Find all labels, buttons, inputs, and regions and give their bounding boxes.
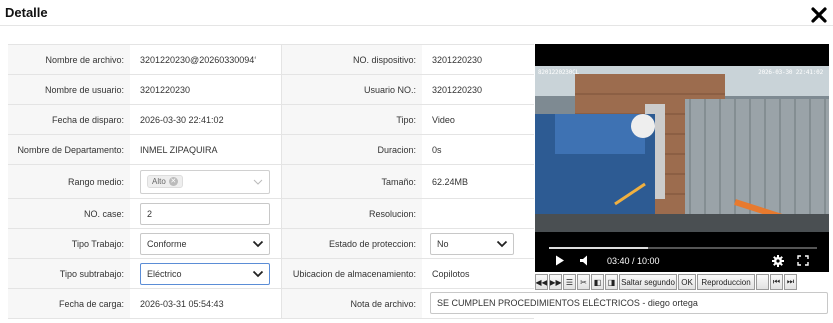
file-name-label: Nombre de archivo: <box>8 45 130 74</box>
device-no-value: 3201220230 <box>432 54 483 65</box>
department-label: Nombre de Departamento: <box>8 135 130 164</box>
resolution-value <box>422 199 534 228</box>
size-value: 62.24MB <box>432 176 469 187</box>
playback-button[interactable]: Reproduccion <box>697 274 755 290</box>
duration-value: 0s <box>432 144 442 155</box>
modal-header: Detalle <box>0 0 833 26</box>
work-type-value: Conforme <box>147 238 187 249</box>
type-value: Video <box>432 114 455 125</box>
frame-forward-icon: ◨ <box>607 277 616 287</box>
case-no-input[interactable]: 2 <box>140 202 270 225</box>
fullscreen-icon[interactable] <box>797 255 809 266</box>
frame-back-icon: ◧ <box>593 277 602 287</box>
rewind-button[interactable]: ◀◀ <box>535 274 548 290</box>
detail-row: Fecha de carga: 2026-03-31 05:54:43 Nota… <box>8 289 828 319</box>
media-range-cell: Alto ✕ <box>130 165 282 198</box>
media-range-select[interactable]: Alto ✕ <box>140 169 270 194</box>
detail-row: Fecha de disparo: 2026-03-30 22:41:02 Ti… <box>8 105 534 135</box>
settings-gear-icon[interactable] <box>772 255 784 267</box>
device-no-label: NO. dispositivo: <box>282 45 422 74</box>
rewind-icon: ◀◀ <box>535 277 548 287</box>
type-label: Tipo: <box>282 105 422 134</box>
close-icon[interactable] <box>811 7 827 23</box>
upload-date-value: 2026-03-31 05:54:43 <box>130 289 282 318</box>
video-progress-bar[interactable] <box>549 247 817 249</box>
protection-state-value: No <box>437 238 449 249</box>
storage-location-value: Copilotos <box>432 268 470 279</box>
size-label: Tamaño: <box>282 165 422 198</box>
detail-grid: Nombre de archivo: 3201220230@2026033009… <box>8 44 828 319</box>
fast-forward-icon: ▶▶ <box>549 277 562 287</box>
work-type-cell: Conforme <box>130 229 282 258</box>
detail-row: Rango medio: Alto ✕ Tamaño: 62.24MB <box>8 165 534 199</box>
detail-row: Nombre de archivo: 3201220230@2026033009… <box>8 45 534 75</box>
duration-label: Duracion: <box>282 135 422 164</box>
user-name-value: 3201220230 <box>130 75 282 104</box>
modal-title: Detalle <box>5 5 48 20</box>
video-progress-fill <box>549 247 649 249</box>
work-type-select[interactable]: Conforme <box>140 232 270 255</box>
media-range-tag-label: Alto <box>152 177 166 186</box>
protection-state-select[interactable]: No <box>430 232 514 255</box>
file-note-label: Nota de archivo: <box>282 289 422 318</box>
chevron-down-icon <box>253 179 263 185</box>
video-player[interactable]: 8201220230CL 2026-03-30 22:41:02 03:40 /… <box>535 44 829 272</box>
video-controls: 03:40 / 10:00 <box>535 232 829 272</box>
subwork-type-value: Eléctrico <box>147 268 182 279</box>
resolution-label: Resolucion: <box>282 199 422 228</box>
skip-forward-icon: ⏭ <box>786 277 795 286</box>
list-button[interactable]: ☰ <box>563 274 576 290</box>
next-button[interactable]: ⏭ <box>784 274 797 290</box>
video-osd-timestamp: 2026-03-30 22:41:02 <box>758 69 823 76</box>
frame-back-button[interactable]: ◧ <box>591 274 604 290</box>
speed-slider[interactable] <box>756 274 769 290</box>
playback-toolbar: ◀◀ ▶▶ ☰ ✂ ◧ ◨ Saltar segundo OK Reproduc… <box>535 274 829 290</box>
subwork-type-label: Tipo subtrabajo: <box>8 259 130 288</box>
storage-location-label: Ubicacion de almacenamiento: <box>282 259 422 288</box>
trigger-date-value: 2026-03-30 22:41:02 <box>130 105 282 134</box>
skip-back-icon: ⏮ <box>772 277 781 286</box>
protection-state-label: Estado de proteccion: <box>282 229 422 258</box>
file-note-input[interactable]: SE CUMPLEN PROCEDIMIENTOS ELÉCTRICOS - d… <box>430 292 828 314</box>
subwork-type-select[interactable]: Eléctrico <box>140 262 270 285</box>
video-osd-id: 8201220230CL <box>538 69 579 76</box>
department-value: INMEL ZIPAQUIRA <box>130 135 282 164</box>
detail-row: Nombre de usuario: 3201220230 Usuario NO… <box>8 75 534 105</box>
user-no-value: 3201220230 <box>432 84 483 95</box>
fast-forward-button[interactable]: ▶▶ <box>549 274 562 290</box>
list-icon: ☰ <box>565 277 574 287</box>
detail-row: Tipo Trabajo: Conforme Estado de protecc… <box>8 229 534 259</box>
detail-row: Nombre de Departamento: INMEL ZIPAQUIRA … <box>8 135 534 165</box>
user-name-label: Nombre de usuario: <box>8 75 130 104</box>
ok-button[interactable]: OK <box>678 274 696 290</box>
subwork-type-cell: Eléctrico <box>130 259 282 288</box>
volume-icon[interactable] <box>579 255 591 266</box>
clip-button[interactable]: ✂ <box>577 274 590 290</box>
skip-seconds-button[interactable]: Saltar segundo <box>619 274 677 290</box>
frame-forward-button[interactable]: ◨ <box>605 274 618 290</box>
trigger-date-label: Fecha de disparo: <box>8 105 130 134</box>
upload-date-label: Fecha de carga: <box>8 289 130 318</box>
detail-row: NO. case: 2 Resolucion: <box>8 199 534 229</box>
video-time: 03:40 / 10:00 <box>607 256 660 266</box>
work-type-label: Tipo Trabajo: <box>8 229 130 258</box>
file-name-value: 3201220230@20260330094‘ <box>130 45 282 74</box>
media-range-tag: Alto ✕ <box>147 175 183 188</box>
scissors-icon: ✂ <box>580 277 587 287</box>
case-no-cell: 2 <box>130 199 282 228</box>
chevron-down-icon <box>496 240 508 247</box>
tag-remove-icon[interactable]: ✕ <box>168 177 178 186</box>
chevron-down-icon <box>252 270 264 277</box>
detail-row: Tipo subtrabajo: Eléctrico Ubicacion de … <box>8 259 534 289</box>
play-icon[interactable] <box>555 255 565 266</box>
chevron-down-icon <box>252 240 264 247</box>
media-range-label: Rango medio: <box>8 165 130 198</box>
protection-state-cell: No <box>422 229 534 258</box>
user-no-label: Usuario NO.: <box>282 75 422 104</box>
case-no-label: NO. case: <box>8 199 130 228</box>
previous-button[interactable]: ⏮ <box>770 274 783 290</box>
